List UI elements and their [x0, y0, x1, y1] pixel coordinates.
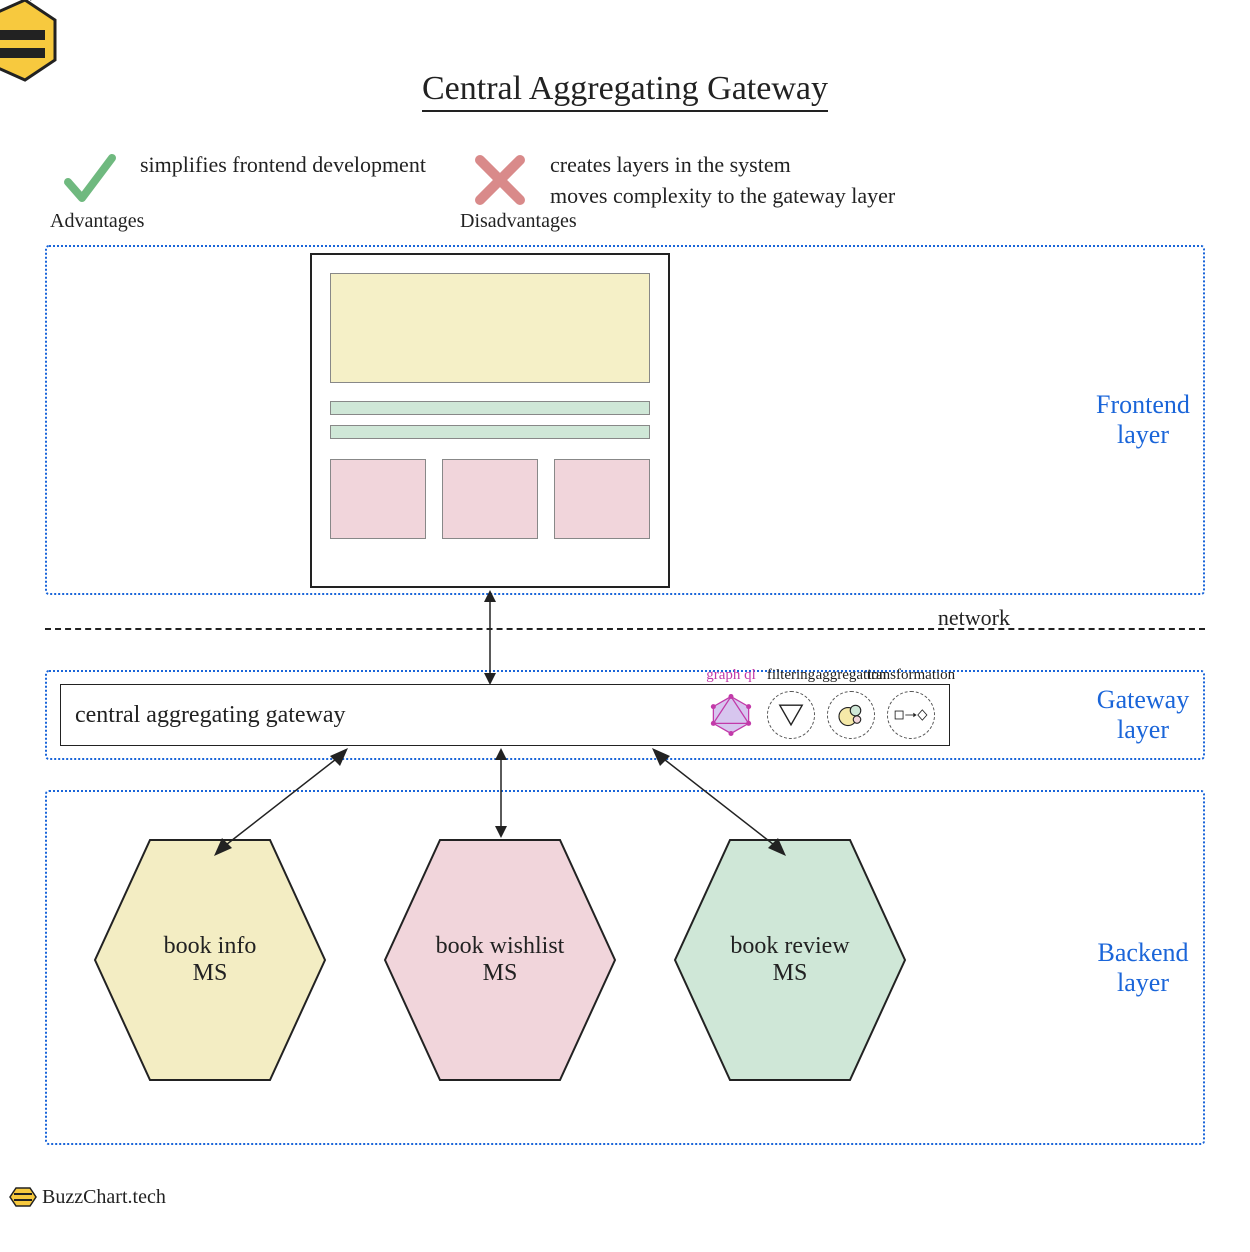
- ms-label: book wishlist MS: [436, 933, 565, 987]
- window-card: [554, 459, 650, 539]
- window-line: [330, 401, 650, 415]
- graphql-icon: [707, 691, 755, 739]
- bee-logo-icon: [8, 1182, 38, 1212]
- microservice-book-review: book review MS: [670, 830, 910, 1090]
- capability-aggregation: aggregation: [827, 691, 875, 739]
- advantage-text: simplifies frontend development: [140, 150, 426, 181]
- capability-transformation: transformation: [887, 691, 935, 739]
- window-hero-block: [330, 273, 650, 383]
- backend-layer-label: Backend layer: [1073, 938, 1213, 998]
- ms-label: book review MS: [730, 933, 849, 987]
- advantages-block: simplifies frontend development Advantag…: [60, 150, 426, 210]
- microservice-book-wishlist: book wishlist MS: [380, 830, 620, 1090]
- diagram-title: Central Aggregating Gateway: [422, 70, 828, 112]
- window-line: [330, 425, 650, 439]
- network-divider: [45, 628, 1205, 630]
- transformation-icon: [887, 691, 935, 739]
- capability-label: filtering: [767, 667, 815, 684]
- window-card: [330, 459, 426, 539]
- advantages-label: Advantages: [50, 210, 144, 233]
- network-label: network: [938, 605, 1010, 631]
- capability-filtering: filtering: [767, 691, 815, 739]
- disadvantage-text-2: moves complexity to the gateway layer: [550, 181, 895, 212]
- window-card: [442, 459, 538, 539]
- filter-icon: [767, 691, 815, 739]
- gateway-box: central aggregating gateway graph ql fil…: [60, 684, 950, 746]
- ms-label: book info MS: [164, 933, 257, 987]
- corner-logo-icon: [0, 0, 70, 100]
- footer-text: BuzzChart.tech: [42, 1186, 166, 1209]
- gateway-layer-label: Gateway layer: [1073, 685, 1213, 745]
- check-icon: [60, 150, 120, 210]
- cross-icon: [470, 150, 530, 210]
- capability-label: transformation: [867, 667, 955, 684]
- browser-window: [310, 253, 670, 588]
- aggregation-icon: [827, 691, 875, 739]
- capability-graphql: graph ql: [707, 691, 755, 739]
- frontend-layer-label: Frontend layer: [1073, 390, 1213, 450]
- gateway-title: central aggregating gateway: [75, 702, 346, 729]
- disadvantages-block: creates layers in the system moves compl…: [470, 150, 895, 212]
- microservice-book-info: book info MS: [90, 830, 330, 1090]
- disadvantage-text-1: creates layers in the system: [550, 150, 895, 181]
- footer-attribution: BuzzChart.tech: [8, 1182, 166, 1212]
- capability-label: graph ql: [706, 667, 756, 684]
- disadvantages-label: Disadvantages: [460, 210, 577, 233]
